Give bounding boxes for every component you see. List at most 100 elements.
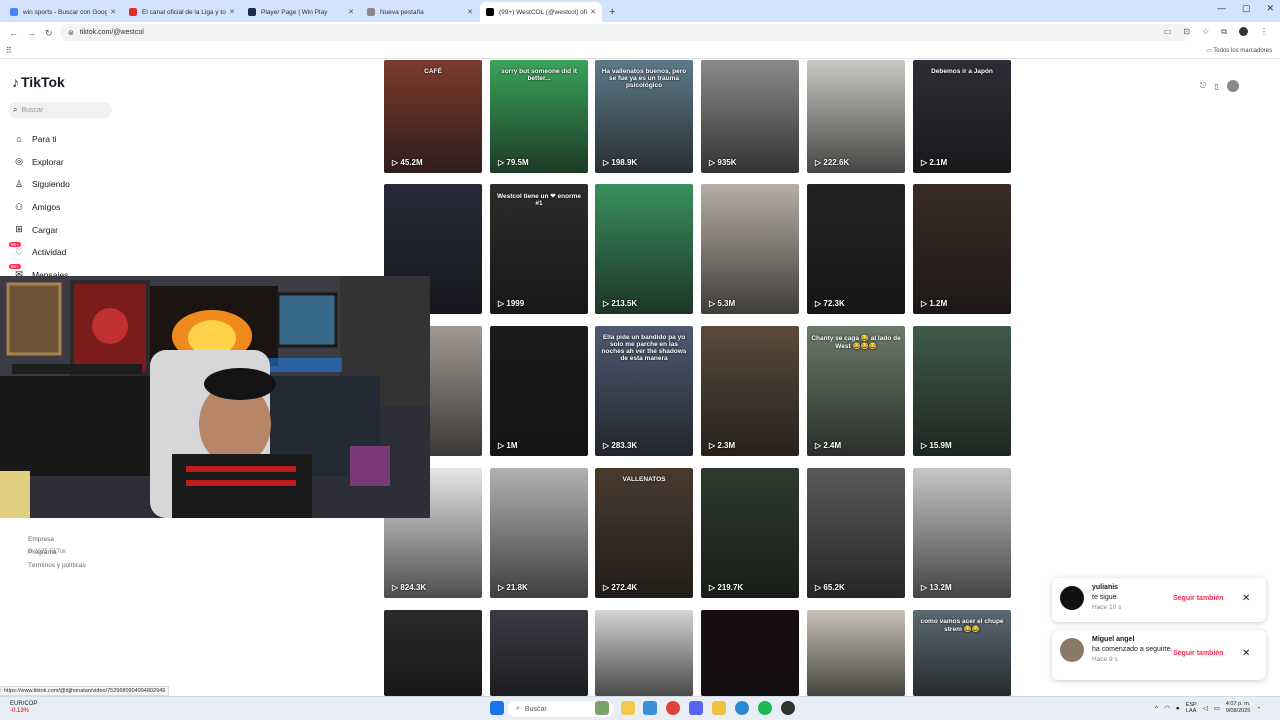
bookmark-star-icon[interactable]: ☆ — [1202, 27, 1209, 37]
notification-toast: Miguel angel ha comenzado a seguirte. Hace… — [1052, 630, 1266, 680]
video-tile[interactable]: ▷ 1.2M — [913, 184, 1011, 314]
upload-icon: ⊞ — [15, 224, 23, 235]
video-tile[interactable] — [807, 610, 905, 696]
video-tile[interactable]: VALLENATOS ▷ 272.4K — [595, 468, 693, 598]
extensions-icon[interactable]: ⧉ — [1221, 27, 1227, 37]
start-icon[interactable] — [490, 701, 504, 715]
volume-icon[interactable]: ◁ — [1203, 704, 1208, 712]
profile-avatar[interactable] — [1239, 27, 1248, 36]
url-field[interactable]: ⊜ tiktok.com/@westcol — [60, 24, 1190, 41]
browser-tab[interactable]: win sports - Buscar con Google ✕ — [4, 2, 122, 22]
video-tile[interactable]: ▷ 935K — [701, 60, 799, 173]
search-input[interactable]: ⌕ Buscar — [8, 102, 112, 118]
sidebar-item[interactable]: ⌂ Para ti — [12, 128, 70, 151]
inbox-icon[interactable]: ▯ — [1214, 82, 1218, 91]
files-icon[interactable] — [621, 701, 635, 715]
sidebar-item[interactable]: ♙ Siguiendo — [12, 173, 70, 196]
video-tile[interactable] — [490, 610, 588, 696]
back-icon[interactable]: ← — [9, 28, 18, 38]
mic-icon[interactable]: ● — [1176, 705, 1180, 712]
video-tile[interactable]: ▷ 65.2K — [807, 468, 905, 598]
tab-favicon-icon — [367, 8, 375, 16]
browser-tab[interactable]: El canal oficial de la Liga y todo ✕ — [123, 2, 241, 22]
tiktok-logo[interactable]: ♪ TikTok — [12, 74, 65, 90]
close-window-button[interactable]: ✕ — [1266, 3, 1274, 14]
footer-link[interactable]: Empresa — [28, 536, 86, 549]
view-count-value: 1M — [506, 441, 518, 450]
video-tile[interactable]: ▷ 213.5K — [595, 184, 693, 314]
forward-icon[interactable]: → — [27, 28, 36, 38]
tab-close-icon[interactable]: ✕ — [590, 8, 596, 16]
network-icon[interactable]: ◠ — [1164, 704, 1170, 712]
sidebar-item[interactable]: ⊞ Cargar — [12, 218, 70, 241]
follow-back-button[interactable]: Seguir también — [1173, 650, 1224, 657]
video-tile[interactable]: ▷ 219.7K — [701, 468, 799, 598]
user-avatar[interactable] — [1226, 80, 1239, 92]
video-tile[interactable]: ▷ 1M — [490, 326, 588, 456]
sidebar-item[interactable]: ♡ 99+ Actividad — [9, 241, 70, 264]
tab-close-icon[interactable]: ✕ — [110, 8, 116, 16]
avatar — [1060, 638, 1084, 662]
browser-tab[interactable]: Nueva pestaña ✕ — [361, 2, 479, 22]
avatar — [1060, 586, 1084, 610]
video-tile[interactable]: ▷ 21.8K — [490, 468, 588, 598]
video-tile[interactable]: sorry but someone did it better... ▷ 79.5… — [490, 60, 588, 173]
video-tile[interactable]: ▷ 222.6K — [807, 60, 905, 173]
browser-tab[interactable]: Player Page | Win Play ✕ — [242, 2, 360, 22]
video-tile[interactable]: Ella pide un bandido pa yo solo me parch… — [595, 326, 693, 456]
minimize-button[interactable]: — — [1217, 3, 1226, 14]
menu-icon[interactable]: ⋮ — [1260, 27, 1268, 37]
chrome-icon[interactable] — [666, 701, 680, 715]
video-tile[interactable]: ▷ 5.3M — [701, 184, 799, 314]
taskview-icon[interactable] — [595, 701, 609, 715]
video-tile[interactable]: ▷ 2.3M — [701, 326, 799, 456]
footer-link[interactable]: Términos y políticas — [28, 562, 86, 575]
explorer-icon[interactable] — [712, 701, 726, 715]
video-tile[interactable]: CAFÉ ▷ 45.2M — [384, 60, 482, 173]
video-tile[interactable] — [595, 610, 693, 696]
video-tile[interactable]: ▷ 13.2M — [913, 468, 1011, 598]
reload-icon[interactable]: ↻ — [45, 28, 53, 39]
video-tile[interactable]: Westcol tiene un ❤ enorme #1 ▷ 1999 — [490, 184, 588, 314]
sidebar-item[interactable]: ⚇ Amigos — [12, 196, 70, 219]
browser-tab[interactable]: (99+) WestCOL (@westcol) oficial ✕ — [480, 2, 602, 22]
video-tile[interactable]: como vamos acer el chupe strem 😂😂 — [913, 610, 1011, 696]
discord-icon[interactable] — [689, 701, 703, 715]
view-count: ▷ 1.2M — [921, 299, 947, 308]
home-icon: ⌂ — [16, 134, 22, 145]
language-indicator[interactable]: ESP LAA — [1186, 702, 1197, 714]
site-info-icon[interactable]: ⊜ — [68, 29, 74, 37]
clock[interactable]: 4:07 p. m. 9/08/2025 — [1226, 701, 1250, 715]
close-icon[interactable]: ✕ — [1242, 648, 1250, 659]
new-tab-button[interactable]: + — [603, 2, 621, 22]
video-tile[interactable]: Debemos ir a Japón ▷ 2.1M — [913, 60, 1011, 173]
ticker-widget[interactable]: EUR/COP -0.13% — [10, 701, 37, 715]
translate-icon[interactable]: ⊡ — [1183, 27, 1190, 37]
tab-close-icon[interactable]: ✕ — [348, 8, 354, 16]
tab-close-icon[interactable]: ✕ — [467, 8, 473, 16]
spotify-icon[interactable] — [758, 701, 772, 715]
all-bookmarks-link[interactable]: ▭ Todos los marcadores — [1206, 47, 1272, 54]
tab-close-icon[interactable]: ✕ — [229, 8, 235, 16]
follow-back-button[interactable]: Seguir también — [1173, 595, 1224, 602]
browser-tab-bar: win sports - Buscar con Google ✕ El canal … — [0, 0, 1280, 22]
video-tile[interactable]: ▷ 72.3K — [807, 184, 905, 314]
notifications-icon[interactable]: ◔ — [1256, 705, 1260, 712]
obs-icon[interactable] — [781, 701, 795, 715]
video-tile[interactable]: Ha vallenatos buenos, pero se fue ya es … — [595, 60, 693, 173]
browser-icon[interactable] — [735, 701, 749, 715]
close-icon[interactable]: ✕ — [1242, 593, 1250, 604]
send-icon[interactable]: ⎋ — [1200, 81, 1206, 91]
sidebar-item[interactable]: ◎ Explorar — [12, 151, 70, 174]
cast-icon[interactable]: ▭ — [1164, 27, 1172, 37]
video-tile[interactable]: ▷ 15.9M — [913, 326, 1011, 456]
sidebar-footer: Empresa Programa Términos y políticas © 20… — [28, 536, 86, 569]
apps-grid-icon[interactable]: ⠿ — [6, 46, 12, 55]
battery-icon[interactable]: ▭ — [1214, 704, 1220, 712]
video-tile[interactable]: Chanty se caga 😂 al lado de West 😂😂😂 ▷ 2.… — [807, 326, 905, 456]
video-tile[interactable] — [701, 610, 799, 696]
video-tile[interactable] — [384, 610, 482, 696]
maximize-button[interactable]: ▢ — [1242, 3, 1251, 14]
edge-icon[interactable] — [643, 701, 657, 715]
tray-up-icon[interactable]: ^ — [1155, 705, 1158, 712]
